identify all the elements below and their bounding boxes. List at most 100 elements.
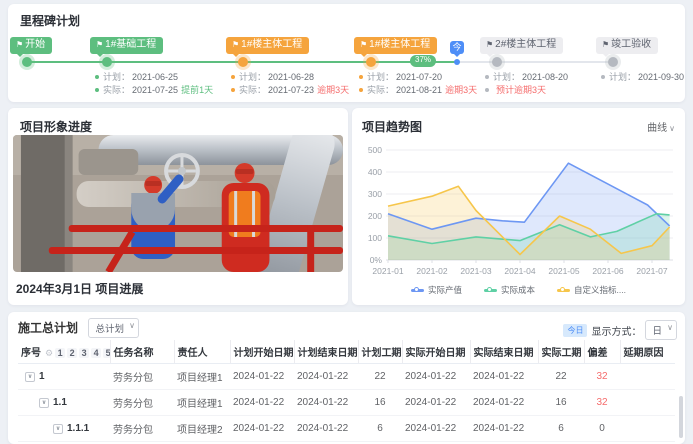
column-header: 计划结束日期 (294, 340, 358, 364)
plan-type-select[interactable]: 总计划 ∨ (88, 318, 139, 338)
milestone-tag: ⚑开始 (10, 37, 52, 54)
milestone-dates: 计划：2021-09-30 (601, 70, 684, 83)
progress-photo-illustration (13, 135, 343, 272)
level-button[interactable]: 5 (103, 348, 110, 358)
today-jump-badge[interactable]: 今日 (563, 324, 587, 337)
cell-actual-end: 2024-01-22 (470, 416, 538, 442)
flag-icon: ⚑ (16, 40, 23, 49)
cell-deviation: 32 (584, 390, 620, 416)
legend-item[interactable]: 实际产值 (411, 284, 462, 296)
chevron-down-icon: ∨ (669, 124, 675, 133)
x-tick-label: 2021-03 (456, 266, 496, 276)
photo-caption: 2024年3月1日 项目进展 (16, 280, 143, 297)
gear-icon[interactable]: ⚙ (45, 348, 53, 358)
level-button[interactable]: 3 (79, 348, 89, 358)
column-header: 实际开始日期 (402, 340, 470, 364)
cell-actual-start: 2024-01-22 (402, 390, 470, 416)
construction-plan-table: 序号⚙12345任务名称责任人计划开始日期计划结束日期计划工期实际开始日期实际结… (18, 340, 675, 444)
chart-legend: 实际产值 实际成本 自定义指标.... (352, 284, 685, 296)
row-sn: 1 (39, 371, 45, 382)
cell-actual-end: 2024-01-22 (470, 390, 538, 416)
construction-plan-card: 施工总计划 总计划 ∨ 今日 显示方式： 日 ∨ 序号⚙12345任务名称责任人… (8, 312, 685, 444)
cell-actual-days: 22 (538, 364, 584, 390)
milestone-dot (238, 57, 248, 67)
trend-range-value: 曲线 (647, 123, 667, 134)
y-tick-label: 300 (368, 189, 382, 199)
level-button[interactable]: 2 (67, 348, 77, 358)
table-row[interactable]: ∨1劳务分包项目经理12024-01-222024-01-22222024-01… (18, 364, 675, 390)
milestone-tag: ⚑2#楼主体工程 (480, 37, 563, 54)
column-header-sn: 序号⚙12345 (18, 340, 110, 364)
trend-card-title: 项目趋势图 (362, 118, 422, 135)
display-mode-value: 日 (652, 326, 662, 337)
expand-icon[interactable]: ∨ (53, 424, 63, 434)
expand-icon[interactable]: ∨ (25, 372, 35, 382)
row-sn: 1.1.1 (67, 423, 89, 434)
cell-actual-days: 6 (538, 416, 584, 442)
level-button[interactable]: 1 (55, 348, 65, 358)
legend-item[interactable]: 自定义指标.... (557, 284, 626, 296)
column-header: 偏差 (584, 340, 620, 364)
milestone-tag: ⚑1#基础工程 (90, 37, 163, 54)
cell-owner: 项目经理1 (174, 364, 230, 390)
x-tick-label: 2021-04 (500, 266, 540, 276)
cell-plan-days: 16 (358, 390, 402, 416)
flag-icon: ⚑ (486, 40, 493, 49)
expand-icon[interactable]: ∨ (39, 398, 49, 408)
level-button[interactable]: 4 (91, 348, 101, 358)
progress-percent-badge: 37% (410, 55, 436, 67)
photo-card-title: 项目形象进度 (20, 118, 92, 135)
cell-delay-reason (620, 416, 675, 442)
cell-delay-reason (620, 390, 675, 416)
y-tick-label: 200 (368, 211, 382, 221)
cell-actual-start: 2024-01-22 (402, 416, 470, 442)
cell-task: 劳务分包 (110, 390, 174, 416)
progress-photo[interactable] (13, 135, 343, 272)
table-scrollbar[interactable] (679, 396, 683, 438)
timeline-remaining-line (457, 61, 615, 63)
y-tick-label: 500 (368, 145, 382, 155)
milestone-dates: 计划：2021-08-20预计逾期3天 (485, 70, 568, 96)
milestone-dates: 计划：2021-06-28实际：2021-07-23逾期3天 (231, 70, 349, 96)
column-header: 计划工期 (358, 340, 402, 364)
milestone-dates: 计划：2021-07-20实际：2021-08-21逾期3天 (359, 70, 477, 96)
table-header-row: 序号⚙12345任务名称责任人计划开始日期计划结束日期计划工期实际开始日期实际结… (18, 340, 675, 364)
cell-plan-end: 2024-01-22 (294, 364, 358, 390)
flag-icon: ⚑ (602, 40, 609, 49)
table-body: ∨1劳务分包项目经理12024-01-222024-01-22222024-01… (18, 364, 675, 444)
milestone-tag: ⚑1#楼主体工程 (226, 37, 309, 54)
cell-plan-start: 2024-01-22 (230, 390, 294, 416)
column-header: 计划开始日期 (230, 340, 294, 364)
column-header: 实际结束日期 (470, 340, 538, 364)
milestone-dot (492, 57, 502, 67)
cell-task: 劳务分包 (110, 364, 174, 390)
trend-range-select[interactable]: 曲线∨ (647, 119, 675, 134)
cell-actual-end: 2024-01-22 (470, 364, 538, 390)
table-row[interactable]: ∨1.1.1劳务分包项目经理22024-01-222024-01-2262024… (18, 416, 675, 442)
milestone-dot (22, 57, 32, 67)
cell-plan-start: 2024-01-22 (230, 416, 294, 442)
milestone-dot (608, 57, 618, 67)
flag-icon: ⚑ (96, 40, 103, 49)
chart-y-axis: 5004003002001000% (360, 144, 386, 264)
row-sn: 1.1 (53, 397, 67, 408)
cell-delay-reason (620, 364, 675, 390)
flag-icon: ⚑ (232, 40, 239, 49)
cell-plan-days: 22 (358, 364, 402, 390)
x-tick-label: 2021-05 (544, 266, 584, 276)
legend-item[interactable]: 实际成本 (484, 284, 535, 296)
flag-icon: ⚑ (360, 40, 367, 49)
milestone-dates: 计划：2021-06-25实际：2021-07-25提前1天 (95, 70, 213, 96)
x-tick-label: 2021-06 (588, 266, 628, 276)
cell-plan-days: 6 (358, 416, 402, 442)
chevron-down-icon: ∨ (129, 321, 135, 330)
milestone-tag: ⚑1#楼主体工程 (354, 37, 437, 54)
trend-chart-card: 项目趋势图 曲线∨ 5004003002001000% 2021-012021-… (352, 108, 685, 305)
project-progress-card: 项目形象进度 (8, 108, 348, 305)
column-header: 延期原因 (620, 340, 675, 364)
column-header: 任务名称 (110, 340, 174, 364)
y-tick-label: 0% (370, 255, 382, 265)
table-row[interactable]: ∨1.1劳务分包项目经理12024-01-222024-01-22162024-… (18, 390, 675, 416)
display-mode-label: 显示方式： (591, 323, 641, 338)
display-mode-select[interactable]: 日 ∨ (645, 320, 677, 340)
